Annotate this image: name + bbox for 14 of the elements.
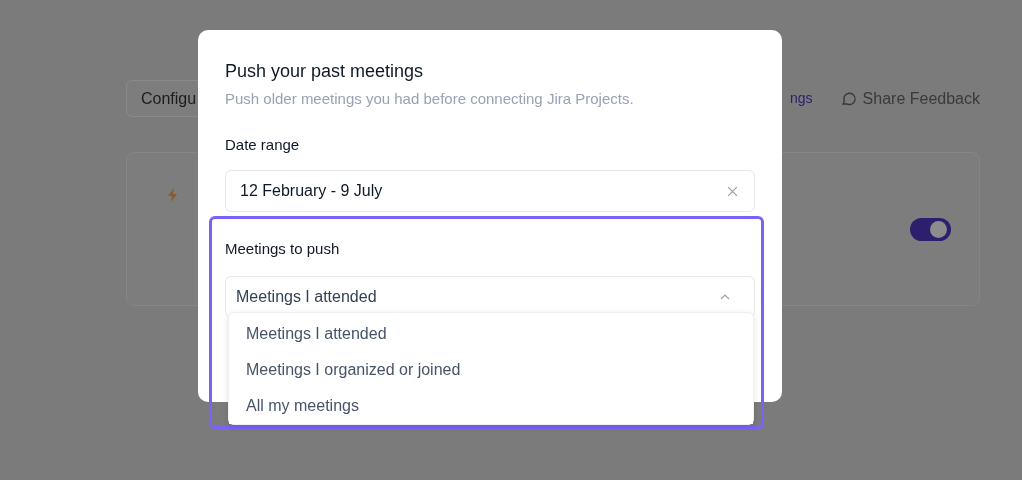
dropdown-option[interactable]: Meetings I organized or joined bbox=[229, 352, 753, 388]
dropdown-option[interactable]: Meetings I attended bbox=[229, 316, 753, 352]
dropdown-option[interactable]: All my meetings bbox=[229, 388, 753, 424]
modal-subtitle: Push older meetings you had before connecting Jira Projects. bbox=[225, 89, 635, 109]
caret-icon bbox=[720, 293, 730, 300]
date-range-field[interactable]: 12 February - 9 July bbox=[225, 170, 755, 212]
field-label: Date range bbox=[225, 134, 301, 155]
field-label: Meetings to push bbox=[225, 239, 341, 259]
chat-icon bbox=[840, 90, 858, 107]
select-field[interactable]: Meetings I attended bbox=[225, 275, 755, 318]
modal-title: Push your past meetings bbox=[225, 60, 425, 82]
clear-icon[interactable] bbox=[727, 185, 738, 197]
toggle-switch[interactable] bbox=[910, 218, 951, 241]
lightning-icon bbox=[167, 188, 179, 202]
